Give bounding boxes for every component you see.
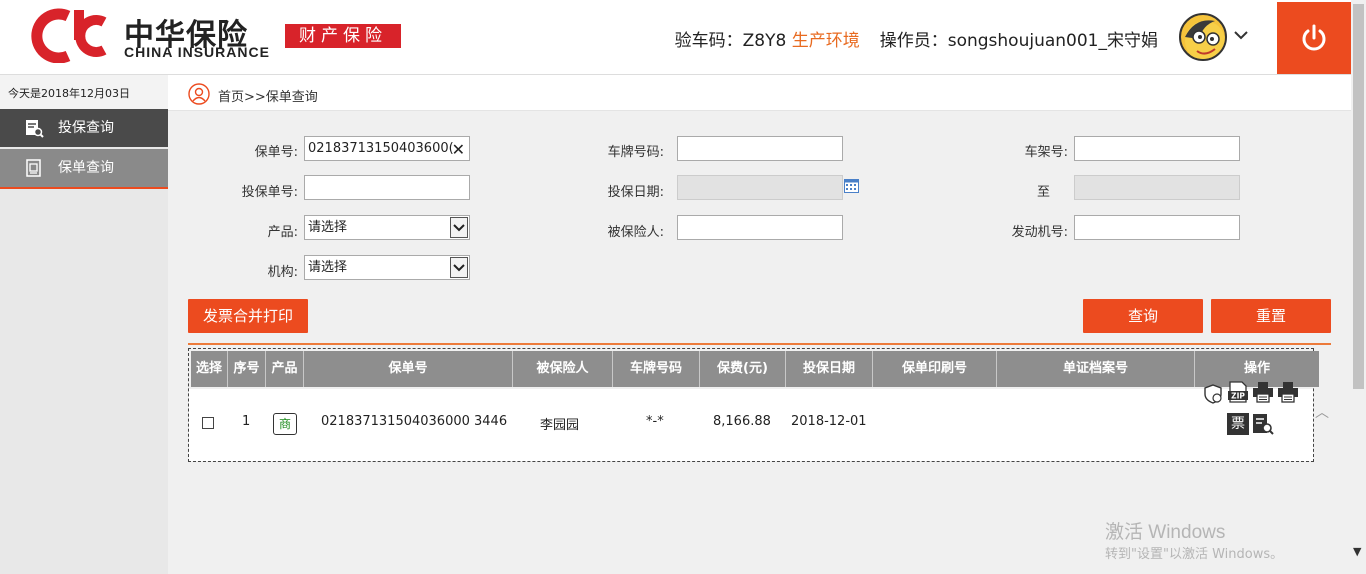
sidebar-item-label: 投保查询	[58, 120, 114, 136]
org-selected: 请选择	[308, 260, 348, 275]
engine-label: 发动机号:	[1011, 225, 1068, 240]
clear-icon[interactable]: ✕	[452, 138, 465, 160]
row-premium: 8,166.88	[713, 414, 771, 429]
policy-table: 选择 序号 产品 保单号 被保险人 车牌号码 保费(元) 投保日期 保单印刷号 …	[188, 348, 1319, 462]
zip-download-icon[interactable]: ZIP	[1227, 381, 1249, 403]
avatar[interactable]	[1179, 13, 1227, 61]
print-icon[interactable]	[1252, 381, 1274, 403]
invoice-icon[interactable]: 票	[1227, 413, 1249, 435]
power-icon	[1302, 24, 1326, 51]
print-icon[interactable]	[1277, 381, 1299, 403]
plate-label: 车牌号码:	[607, 145, 664, 160]
col-seq: 序号	[228, 351, 266, 387]
main-content: 首页>>保单查询 保单号: 02183713150403600( ✕ 车牌号码:…	[168, 75, 1351, 574]
chevron-down-icon[interactable]	[1232, 26, 1250, 44]
header-info: 验车码：Z8Y8 生产环境 操作员：songshoujuan001_宋守娟	[675, 26, 1158, 51]
sidebar-item-label: 保单查询	[58, 160, 114, 176]
policy-no-input[interactable]: 02183713150403600( ✕	[304, 136, 470, 161]
product-label: 产品:	[267, 225, 298, 240]
policy-no-value: 02183713150403600(	[308, 141, 454, 156]
plate-input[interactable]	[677, 136, 843, 161]
engine-input[interactable]	[1074, 215, 1240, 240]
table-header: 选择 序号 产品 保单号 被保险人 车牌号码 保费(元) 投保日期 保单印刷号 …	[191, 351, 1319, 387]
sidebar-item-policy-query[interactable]: 保单查询	[0, 149, 168, 189]
breadcrumb: 首页>>保单查询	[168, 75, 1351, 111]
check-code-label: 验车码：	[674, 31, 743, 51]
calendar-icon[interactable]	[844, 179, 859, 193]
user-icon	[188, 83, 210, 105]
to-label: 至	[1036, 185, 1050, 200]
row-plate: *-*	[646, 414, 664, 429]
col-print-no: 保单印刷号	[873, 351, 997, 387]
app-date-end-input[interactable]	[1074, 175, 1240, 200]
frame-label: 车架号:	[1024, 145, 1068, 160]
sidebar-item-application-query[interactable]: 投保查询	[0, 109, 168, 147]
product-badge: 商	[273, 413, 297, 435]
doc-search-icon[interactable]	[1252, 413, 1274, 435]
col-product: 产品	[266, 351, 304, 387]
org-label: 机构:	[267, 265, 298, 280]
row-date: 2018-12-01	[791, 414, 867, 429]
product-selected: 请选择	[308, 220, 348, 235]
table-row: 1 商 021837131504036000 3446 李园园 *-* 8,16…	[189, 381, 1313, 461]
query-button[interactable]: 查询	[1083, 299, 1203, 333]
policy-no-label: 保单号:	[254, 145, 298, 160]
shield-icon[interactable]	[1202, 383, 1224, 405]
activation-watermark-title: 激活 Windows	[1105, 522, 1226, 543]
col-plate: 车牌号码	[613, 351, 700, 387]
app-date-label: 投保日期:	[607, 185, 664, 200]
scroll-down-icon[interactable]: ▼	[1353, 545, 1361, 558]
breadcrumb-text: 首页>>保单查询	[218, 90, 318, 105]
chevron-down-icon	[450, 217, 468, 238]
col-policy-no: 保单号	[304, 351, 513, 387]
insured-input[interactable]	[677, 215, 843, 240]
frame-input[interactable]	[1074, 136, 1240, 161]
china-insurance-logo	[31, 8, 107, 63]
logo-english: CHINA INSURANCE	[124, 44, 270, 60]
product-select[interactable]: 请选择	[304, 215, 470, 240]
operator-name: songshoujuan001_宋守娟	[947, 31, 1158, 51]
page-scrollbar[interactable]	[1351, 0, 1366, 574]
cartoon-face-icon	[1185, 20, 1225, 59]
logo-tag: 财产保险	[285, 24, 401, 48]
row-checkbox[interactable]	[202, 417, 214, 429]
scrollbar-thumb[interactable]	[1353, 4, 1364, 389]
svg-text:ZIP: ZIP	[1231, 392, 1245, 401]
row-policy-no: 021837131504036000 3446	[321, 414, 508, 429]
activation-watermark-text: 转到"设置"以激活 Windows。	[1105, 547, 1284, 562]
divider	[188, 343, 1331, 345]
app-no-input[interactable]	[304, 175, 470, 200]
reset-button[interactable]: 重置	[1211, 299, 1331, 333]
app-header: 中华保险 CHINA INSURANCE 财产保险 验车码：Z8Y8 生产环境操…	[0, 0, 1366, 75]
environment-label: 生产环境	[791, 31, 860, 51]
row-seq: 1	[242, 414, 251, 429]
col-insured: 被保险人	[513, 351, 613, 387]
app-no-label: 投保单号:	[241, 185, 298, 200]
chevron-up-icon[interactable]: ︿	[1315, 402, 1329, 422]
col-select: 选择	[191, 351, 228, 387]
logout-button[interactable]	[1277, 2, 1351, 74]
search-doc-icon	[26, 120, 44, 138]
policy-doc-icon	[26, 159, 41, 177]
check-code: Z8Y8	[742, 31, 787, 51]
app-date-start-input[interactable]	[677, 175, 843, 200]
row-insured: 李园园	[540, 418, 580, 433]
col-archive-no: 单证档案号	[997, 351, 1195, 387]
operator-label: 操作员：	[879, 31, 948, 51]
today-date: 今天是2018年12月03日	[0, 75, 168, 109]
invoice-merge-print-button[interactable]: 发票合并打印	[188, 299, 308, 333]
sidebar: 今天是2018年12月03日 投保查询 保单查询	[0, 75, 168, 574]
insured-label: 被保险人:	[607, 225, 664, 240]
org-select[interactable]: 请选择	[304, 255, 470, 280]
chevron-down-icon	[450, 257, 468, 278]
col-premium: 保费(元)	[700, 351, 786, 387]
col-date: 投保日期	[786, 351, 873, 387]
